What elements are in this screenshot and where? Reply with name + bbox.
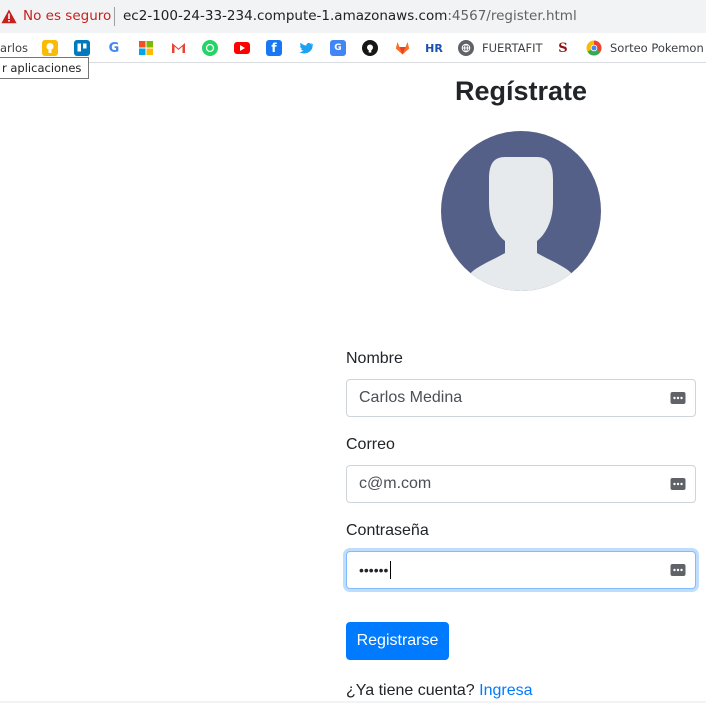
warning-icon: [1, 9, 17, 24]
password-value: ••••••: [359, 562, 389, 578]
login-prompt: ¿Ya tiene cuenta? Ingresa: [346, 682, 533, 700]
autofill-icon[interactable]: [670, 477, 686, 491]
page-title: Regístrate: [454, 76, 588, 106]
register-button[interactable]: Registrarse: [346, 622, 449, 660]
email-label: Correo: [346, 436, 395, 453]
bookmark-gitlab[interactable]: [394, 39, 410, 57]
bookmark-trello[interactable]: [74, 39, 90, 57]
gitlab-icon: [394, 40, 410, 56]
globe-icon: [458, 40, 474, 56]
chrome-icon: [586, 40, 602, 56]
stanford-icon: S: [558, 40, 568, 56]
name-value: Carlos Medina: [359, 389, 463, 406]
bookmark-youtube[interactable]: [234, 39, 250, 57]
bookmark-carlos[interactable]: arlos: [0, 39, 28, 57]
login-link[interactable]: Ingresa: [479, 682, 532, 699]
bookmark-translate[interactable]: G: [330, 39, 346, 57]
name-label: Nombre: [346, 350, 403, 367]
bookmark-whatsapp[interactable]: [202, 39, 218, 57]
bookmark-fuertafit[interactable]: FUERTAFIT: [458, 39, 542, 57]
gmail-icon: [170, 40, 186, 56]
email-input[interactable]: c@m.com: [346, 465, 696, 503]
url-text[interactable]: ec2-100-24-33-234.compute-1.amazonaws.co…: [123, 8, 577, 24]
tooltip: r aplicaciones: [0, 57, 90, 79]
password-input[interactable]: ••••••: [346, 551, 696, 589]
url-host: ec2-100-24-33-234.compute-1.amazonaws.co…: [123, 8, 448, 24]
youtube-icon: [234, 42, 250, 54]
bookmark-gmail[interactable]: [170, 39, 186, 57]
bookmark-keep[interactable]: [42, 39, 58, 57]
autofill-icon[interactable]: [670, 563, 686, 577]
email-value: c@m.com: [359, 475, 432, 492]
hr-icon: HR: [425, 41, 443, 55]
bookmark-label: arlos: [0, 41, 28, 55]
bookmark-github[interactable]: [362, 39, 378, 57]
bookmarks-bar: arlos G f G HR FUERTAFIT S Sorteo Pokemo…: [0, 33, 706, 63]
autofill-icon[interactable]: [670, 391, 686, 405]
facebook-icon: f: [266, 40, 282, 56]
address-divider: [114, 7, 115, 26]
bookmark-sorteo[interactable]: Sorteo Pokemon E: [586, 39, 706, 57]
google-translate-icon: G: [330, 40, 346, 56]
text-caret: [390, 561, 392, 579]
trello-icon: [74, 40, 90, 56]
password-label: Contraseña: [346, 522, 429, 539]
github-icon: [362, 40, 378, 56]
twitter-icon: [298, 40, 314, 56]
avatar: [441, 131, 601, 291]
google-icon: G: [108, 40, 120, 56]
microsoft-icon: [138, 40, 154, 56]
whatsapp-icon: [202, 40, 218, 56]
url-path: :4567/register.html: [447, 8, 577, 24]
bookmark-stanford[interactable]: S: [555, 39, 571, 57]
security-status[interactable]: No es seguro: [23, 8, 111, 24]
bookmark-facebook[interactable]: f: [266, 39, 282, 57]
bookmark-label: Sorteo Pokemon E: [610, 41, 706, 55]
bookmark-label: FUERTAFIT: [482, 41, 543, 55]
login-prompt-text: ¿Ya tiene cuenta?: [346, 682, 475, 699]
bookmark-twitter[interactable]: [298, 39, 314, 57]
user-silhouette-icon: [469, 157, 573, 291]
name-input[interactable]: Carlos Medina: [346, 379, 696, 417]
bookmark-microsoft[interactable]: [138, 39, 154, 57]
address-bar[interactable]: No es seguro ec2-100-24-33-234.compute-1…: [0, 0, 706, 33]
bookmark-google[interactable]: G: [106, 39, 122, 57]
bookmark-hr[interactable]: HR: [424, 39, 444, 57]
google-keep-icon: [42, 40, 58, 56]
